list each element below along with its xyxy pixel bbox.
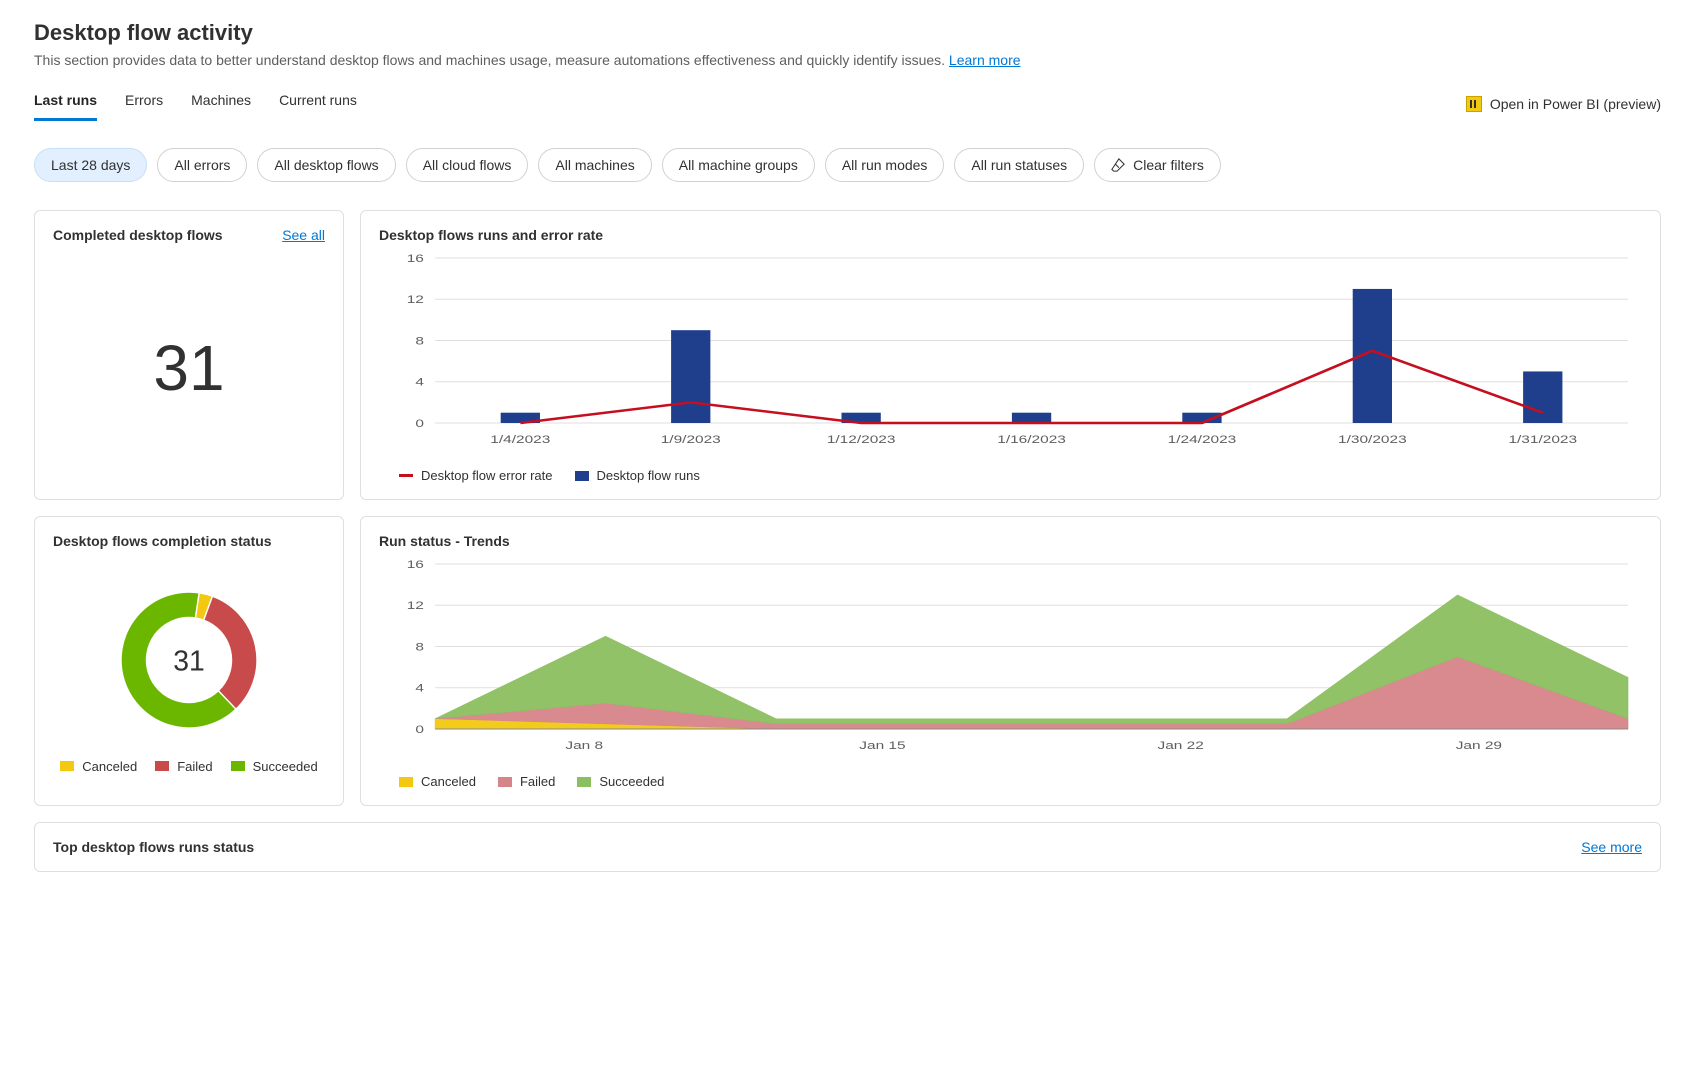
svg-text:1/31/2023: 1/31/2023 [1508,433,1577,445]
svg-text:1/12/2023: 1/12/2023 [827,433,896,445]
filter-chip-cloud-flows[interactable]: All cloud flows [406,148,529,182]
legend-runs-label: Desktop flow runs [597,468,700,483]
card-top-flows-status: Top desktop flows runs status See more [34,822,1661,872]
filter-chip-machines[interactable]: All machines [538,148,651,182]
tab-machines[interactable]: Machines [191,86,251,121]
learn-more-link[interactable]: Learn more [949,52,1021,68]
page-subtitle: This section provides data to better und… [34,52,1661,68]
svg-text:31: 31 [173,645,205,677]
power-bi-icon [1466,96,1482,112]
card-top-flows-title: Top desktop flows runs status [53,839,254,855]
svg-text:1/30/2023: 1/30/2023 [1338,433,1407,445]
svg-text:4: 4 [415,376,424,388]
svg-text:16: 16 [407,253,424,264]
page-title: Desktop flow activity [34,20,1661,46]
runs-error-chart: 0 4 8 12 16 1/4/2023 1/9/2023 1/12/2023 1/16/202… [379,253,1642,453]
svg-text:8: 8 [415,641,424,653]
trends-legend-failed-label: Failed [520,774,555,789]
card-completed-flows: Completed desktop flows See all 31 [34,210,344,500]
card-runs-error-rate: Desktop flows runs and error rate 0 4 8 12 1… [360,210,1661,500]
card-runs-error-title: Desktop flows runs and error rate [379,227,603,243]
open-in-power-bi-link[interactable]: Open in Power BI (preview) [1466,96,1661,112]
filter-chip-machine-groups[interactable]: All machine groups [662,148,815,182]
trends-legend-succeeded-label: Succeeded [599,774,664,789]
legend-succeeded: Succeeded [231,759,318,774]
tabs-bar: Last runs Errors Machines Current runs O… [34,86,1661,122]
svg-text:Jan 29: Jan 29 [1456,739,1502,751]
svg-text:4: 4 [415,682,424,694]
card-completion-title: Desktop flows completion status [53,533,272,549]
svg-text:1/24/2023: 1/24/2023 [1168,433,1237,445]
card-trends-title: Run status - Trends [379,533,510,549]
card-completed-title: Completed desktop flows [53,227,223,243]
svg-text:1/16/2023: 1/16/2023 [997,433,1066,445]
svg-text:8: 8 [415,335,424,347]
svg-text:0: 0 [415,723,424,735]
tab-errors[interactable]: Errors [125,86,163,121]
filter-chip-date[interactable]: Last 28 days [34,148,147,182]
power-bi-label: Open in Power BI (preview) [1490,96,1661,112]
card-run-status-trends: Run status - Trends 0 4 8 12 16 Jan 8 Jan 15 Ja… [360,516,1661,806]
svg-text:12: 12 [407,293,424,305]
filter-chip-errors[interactable]: All errors [157,148,247,182]
svg-text:Jan 8: Jan 8 [565,739,603,751]
legend-error-label: Desktop flow error rate [421,468,553,483]
card-completion-status: Desktop flows completion status 31 Cance… [34,516,344,806]
tab-last-runs[interactable]: Last runs [34,86,97,121]
legend-succeeded-label: Succeeded [253,759,318,774]
svg-text:Jan 15: Jan 15 [859,739,905,751]
eraser-icon [1111,158,1125,172]
svg-text:12: 12 [407,599,424,611]
legend-failed: Failed [155,759,212,774]
legend-failed-label: Failed [177,759,212,774]
completion-donut: 31 [104,575,274,745]
tab-current-runs[interactable]: Current runs [279,86,357,121]
trends-legend-canceled-label: Canceled [421,774,476,789]
clear-filters-label: Clear filters [1133,157,1204,173]
svg-text:16: 16 [407,559,424,570]
trends-chart: 0 4 8 12 16 Jan 8 Jan 15 Jan 22 Jan 29 [379,559,1642,759]
trends-legend-canceled: Canceled [399,774,476,789]
filter-chip-run-statuses[interactable]: All run statuses [954,148,1084,182]
clear-filters-button[interactable]: Clear filters [1094,148,1221,182]
see-more-link[interactable]: See more [1581,839,1642,855]
svg-text:Jan 22: Jan 22 [1157,739,1203,751]
svg-text:1/9/2023: 1/9/2023 [661,433,721,445]
legend-canceled-label: Canceled [82,759,137,774]
filter-chips-row: Last 28 days All errors All desktop flow… [34,148,1661,182]
svg-text:1/4/2023: 1/4/2023 [490,433,550,445]
trends-legend-succeeded: Succeeded [577,774,664,789]
legend-flow-runs: Desktop flow runs [575,468,700,483]
completed-count: 31 [53,253,325,483]
legend-canceled: Canceled [60,759,137,774]
svg-text:0: 0 [415,417,424,429]
filter-chip-desktop-flows[interactable]: All desktop flows [257,148,395,182]
see-all-link[interactable]: See all [282,227,325,243]
page-subtitle-text: This section provides data to better und… [34,52,949,68]
legend-error-rate: Desktop flow error rate [399,468,553,483]
trends-legend-failed: Failed [498,774,555,789]
filter-chip-run-modes[interactable]: All run modes [825,148,945,182]
